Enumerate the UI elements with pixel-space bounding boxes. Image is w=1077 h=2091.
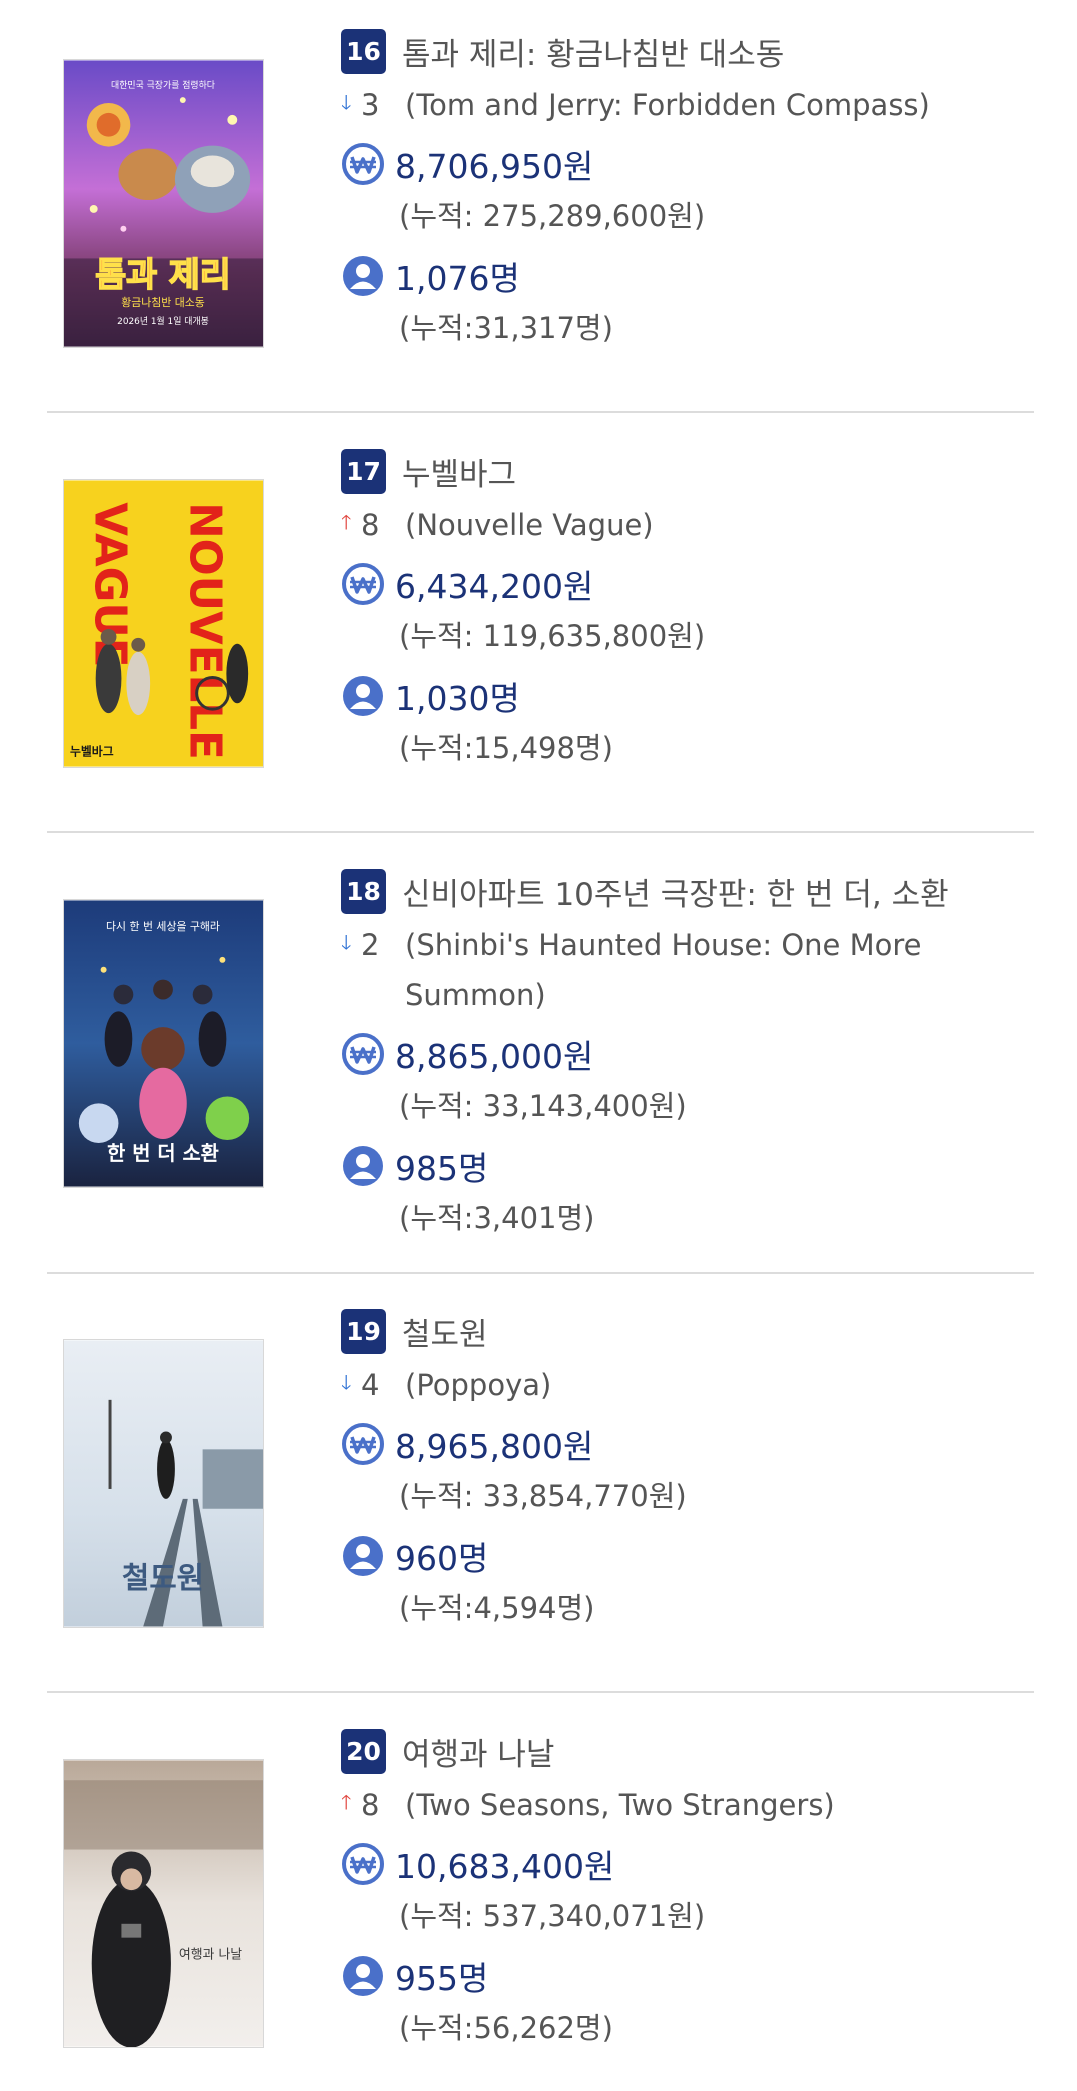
won-coin-icon (342, 143, 384, 185)
rank-badge: 20 (341, 1729, 386, 1774)
rank-change-value: 2 (361, 928, 380, 962)
movie-poster[interactable]: 여행과 나날 (63, 1759, 264, 2048)
daily-audience: 960명 (395, 1539, 489, 1578)
movie-title-korean[interactable]: 누벨바그 (402, 449, 516, 494)
cumulative-audience: (누적:15,498명) (399, 731, 613, 765)
daily-revenue: 6,434,200원 (395, 567, 594, 606)
daily-audience: 1,076명 (395, 259, 520, 298)
cumulative-audience: (누적:4,594명) (399, 1591, 595, 1625)
movie-title-english: (Shinbi's Haunted House: One More Summon… (405, 928, 922, 1012)
poster-image: NOUVELLE VAGUE 누벨바그 (64, 480, 263, 767)
movie-poster[interactable]: 철도원 (63, 1339, 264, 1628)
divider (47, 831, 1034, 833)
poster-title: 톰과 제리 (95, 255, 231, 294)
rank-change-value: 8 (361, 1788, 380, 1822)
divider (47, 1691, 1034, 1693)
daily-audience: 1,030명 (395, 679, 520, 718)
poster-image: 대한민국 극장가를 점령하다 톰과 제리 황금나침반 대소동 2026년 1월 … (64, 60, 263, 347)
rank-badge: 16 (341, 29, 386, 74)
daily-audience: 955명 (395, 1959, 489, 1998)
person-circle-icon (343, 1536, 383, 1576)
arrow-down-icon: 🡓 (341, 1370, 352, 1394)
arrow-up-icon: 🡑 (341, 1790, 352, 1814)
divider (47, 411, 1034, 413)
won-coin-icon (342, 1423, 384, 1465)
movie-title-korean[interactable]: 여행과 나날 (402, 1729, 554, 1774)
daily-revenue: 10,683,400원 (395, 1847, 615, 1886)
cumulative-revenue: (누적: 33,143,400원) (399, 1089, 687, 1123)
poster-tagline: 다시 한 번 세상을 구해라 (106, 919, 220, 933)
poster-image: 여행과 나날 (64, 1760, 263, 2047)
rank-change-value: 4 (361, 1368, 380, 1402)
daily-audience: 985명 (395, 1149, 489, 1188)
person-circle-icon (343, 256, 383, 296)
rank-change-value: 3 (361, 88, 380, 122)
divider (47, 1272, 1034, 1274)
movie-title-korean[interactable]: 신비아파트 10주년 극장판: 한 번 더, 소환 (402, 869, 949, 914)
poster-subtitle: 황금나침반 대소동 (121, 296, 204, 309)
won-coin-icon (342, 1843, 384, 1885)
movie-poster[interactable]: 다시 한 번 세상을 구해라 한 번 더 소환 (63, 899, 264, 1188)
cumulative-audience: (누적:31,317명) (399, 311, 613, 345)
daily-revenue: 8,706,950원 (395, 147, 594, 186)
poster-image: 다시 한 번 세상을 구해라 한 번 더 소환 (64, 900, 263, 1187)
cumulative-revenue: (누적: 119,635,800원) (399, 619, 706, 653)
movie-poster[interactable]: 대한민국 극장가를 점령하다 톰과 제리 황금나침반 대소동 2026년 1월 … (63, 59, 264, 348)
poster-title: 철도원 (122, 1561, 204, 1596)
poster-tagline: 누벨바그 (70, 745, 114, 759)
poster-title: 여행과 나날 (179, 1946, 242, 1962)
rank-change: 🡑 8 (341, 508, 393, 542)
movie-poster[interactable]: NOUVELLE VAGUE 누벨바그 (63, 479, 264, 768)
rank-badge: 19 (341, 1309, 386, 1354)
cumulative-revenue: (누적: 537,340,071원) (399, 1899, 706, 1933)
daily-revenue: 8,965,800원 (395, 1427, 594, 1466)
movie-title-english: (Tom and Jerry: Forbidden Compass) (405, 88, 930, 122)
poster-tagline: 대한민국 극장가를 점령하다 (111, 79, 215, 91)
movie-title-korean[interactable]: 철도원 (402, 1309, 488, 1354)
cumulative-revenue: (누적: 33,854,770원) (399, 1479, 687, 1513)
poster-title: 한 번 더 소환 (107, 1142, 219, 1165)
cumulative-revenue: (누적: 275,289,600원) (399, 199, 706, 233)
rank-change-value: 8 (361, 508, 380, 542)
rank-change: 🡓 3 (341, 88, 393, 122)
movie-title-korean[interactable]: 톰과 제리: 황금나침반 대소동 (402, 29, 784, 74)
cumulative-audience: (누적:3,401명) (399, 1201, 595, 1235)
won-coin-icon (342, 1033, 384, 1075)
person-circle-icon (343, 1146, 383, 1186)
poster-image: 철도원 (64, 1340, 263, 1627)
arrow-down-icon: 🡓 (341, 90, 352, 114)
movie-title-english: (Poppoya) (405, 1368, 552, 1402)
person-circle-icon (343, 676, 383, 716)
poster-title: NOUVELLE (180, 502, 230, 760)
person-circle-icon (343, 1956, 383, 1996)
rank-change: 🡓 4 (341, 1368, 393, 1402)
won-coin-icon (342, 563, 384, 605)
rank-change: 🡑 8 (341, 1788, 393, 1822)
rank-badge: 17 (341, 449, 386, 494)
arrow-up-icon: 🡑 (341, 510, 352, 534)
rank-change: 🡓 2 (341, 928, 393, 962)
movie-title-english: (Nouvelle Vague) (405, 508, 654, 542)
box-office-list: 대한민국 극장가를 점령하다 톰과 제리 황금나침반 대소동 2026년 1월 … (0, 0, 1077, 2091)
daily-revenue: 8,865,000원 (395, 1037, 594, 1076)
arrow-down-icon: 🡓 (341, 930, 352, 954)
rank-badge: 18 (341, 869, 386, 914)
cumulative-audience: (누적:56,262명) (399, 2011, 613, 2045)
poster-date: 2026년 1월 1일 대개봉 (117, 315, 209, 327)
movie-title-english: (Two Seasons, Two Strangers) (405, 1788, 835, 1822)
